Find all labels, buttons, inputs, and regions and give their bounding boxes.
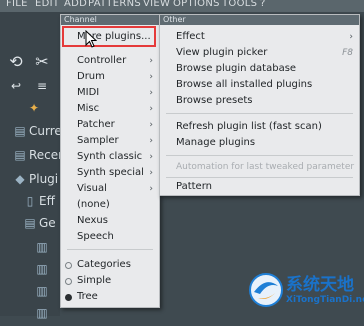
- chevron-right-icon: ›: [149, 72, 153, 82]
- menu-options[interactable]: OPTIONS: [173, 0, 220, 9]
- chevron-right-icon: ›: [149, 168, 153, 178]
- menu-item-misc[interactable]: Misc ›: [61, 101, 159, 117]
- view-option-simple[interactable]: Simple: [61, 273, 159, 289]
- arrow-left-icon[interactable]: ↩: [6, 76, 26, 96]
- browser-item[interactable]: ▥: [36, 306, 96, 326]
- chevron-right-icon: ›: [349, 32, 353, 42]
- chevron-right-icon: ›: [149, 104, 153, 114]
- menu-item-browse-presets[interactable]: Browse presets: [160, 93, 359, 109]
- menu-item-effect[interactable]: Effect ›: [160, 29, 359, 45]
- chevron-right-icon: ›: [149, 136, 153, 146]
- menu-view[interactable]: VIEW: [143, 0, 170, 9]
- mouse-cursor-icon: [85, 30, 97, 48]
- watermark-url: XiTongTianDi.net: [286, 295, 364, 305]
- file-icon: ▯: [26, 194, 34, 208]
- shortcut-label: F8: [342, 48, 353, 58]
- folder-icon: ▤: [14, 148, 26, 162]
- chevron-right-icon: ›: [149, 56, 153, 66]
- menu-tools[interactable]: TOOLS: [222, 0, 257, 9]
- plugin-item-icon: ▥: [36, 262, 48, 276]
- menu-separator: [67, 249, 153, 250]
- view-option-tree[interactable]: Tree: [61, 289, 159, 305]
- radio-selected-icon: [65, 294, 72, 301]
- watermark-logo-icon: [249, 273, 283, 307]
- chevron-right-icon: ›: [149, 120, 153, 130]
- menu-help[interactable]: ?: [260, 0, 266, 9]
- channel-menu: Channel More plugins... Controller › Drum…: [60, 14, 160, 308]
- view-option-categories[interactable]: Categories: [61, 257, 159, 273]
- menu-item-browse-all-installed-plugins[interactable]: Browse all installed plugins: [160, 77, 359, 93]
- menu-add[interactable]: ADD: [64, 0, 87, 9]
- menu-icon[interactable]: ≡: [32, 76, 52, 96]
- plugin-icon: ◆: [15, 172, 25, 186]
- star-icon[interactable]: ✦: [24, 98, 44, 118]
- plugin-item-icon: ▥: [36, 240, 48, 254]
- menu-item-view-plugin-picker[interactable]: View plugin picker F8: [160, 45, 359, 61]
- menu-bar: FILE EDIT ADD PATTERNS VIEW OPTIONS TOOL…: [0, 0, 364, 12]
- plugin-browser: ▤ Curre ▤ Recen ◆ Plugi ▯ Eff ▤ Ge ▥ ▥ ▥ ▥: [0, 116, 65, 320]
- menu-item-browse-plugin-database[interactable]: Browse plugin database: [160, 61, 359, 77]
- channel-menu-header: Channel: [61, 15, 159, 25]
- scissors-icon[interactable]: ✂: [32, 52, 52, 72]
- highlight-box: [62, 26, 156, 47]
- menu-item-midi[interactable]: MIDI ›: [61, 85, 159, 101]
- menu-separator: [166, 155, 353, 156]
- plugin-item-icon: ▥: [36, 284, 48, 298]
- menu-file[interactable]: FILE: [6, 0, 28, 9]
- chevron-right-icon: ›: [149, 88, 153, 98]
- menu-item-visual[interactable]: Visual ›: [61, 181, 159, 197]
- refresh-icon[interactable]: ⟲: [6, 52, 26, 72]
- other-menu-header: Other: [160, 15, 359, 25]
- chevron-right-icon: ›: [149, 152, 153, 162]
- menu-item-nexus[interactable]: Nexus: [61, 213, 159, 229]
- menu-item-sampler[interactable]: Sampler ›: [61, 133, 159, 149]
- menu-item-refresh-plugin-list[interactable]: Refresh plugin list (fast scan): [160, 119, 359, 135]
- watermark: 系统天地 XiTongTianDi.net: [248, 268, 364, 312]
- menu-item-pattern[interactable]: Pattern: [160, 179, 359, 195]
- menu-item-synth-special[interactable]: Synth special ›: [61, 165, 159, 181]
- menu-item-synth-classic[interactable]: Synth classic ›: [61, 149, 159, 165]
- menu-item-patcher[interactable]: Patcher ›: [61, 117, 159, 133]
- menu-item-automation-last-tweaked: Automation for last tweaked parameter: [176, 162, 355, 172]
- plugin-item-icon: ▥: [36, 306, 48, 320]
- watermark-title: 系统天地: [286, 275, 354, 295]
- chevron-right-icon: ›: [149, 184, 153, 194]
- folder-icon: ▤: [24, 216, 36, 230]
- other-menu: Other Effect › View plugin picker F8 Brows…: [159, 14, 360, 196]
- radio-icon: [65, 262, 72, 269]
- menu-item-speech[interactable]: Speech: [61, 229, 159, 245]
- menu-item-manage-plugins[interactable]: Manage plugins: [160, 135, 359, 151]
- menu-item-controller[interactable]: Controller ›: [61, 53, 159, 69]
- menu-separator: [166, 113, 353, 114]
- folder-icon: ▤: [14, 124, 26, 138]
- radio-icon: [65, 278, 72, 285]
- menu-separator: [166, 177, 353, 178]
- menu-patterns[interactable]: PATTERNS: [88, 0, 141, 9]
- menu-item-drum[interactable]: Drum ›: [61, 69, 159, 85]
- menu-edit[interactable]: EDIT: [35, 0, 59, 9]
- menu-item-none[interactable]: (none): [61, 197, 159, 213]
